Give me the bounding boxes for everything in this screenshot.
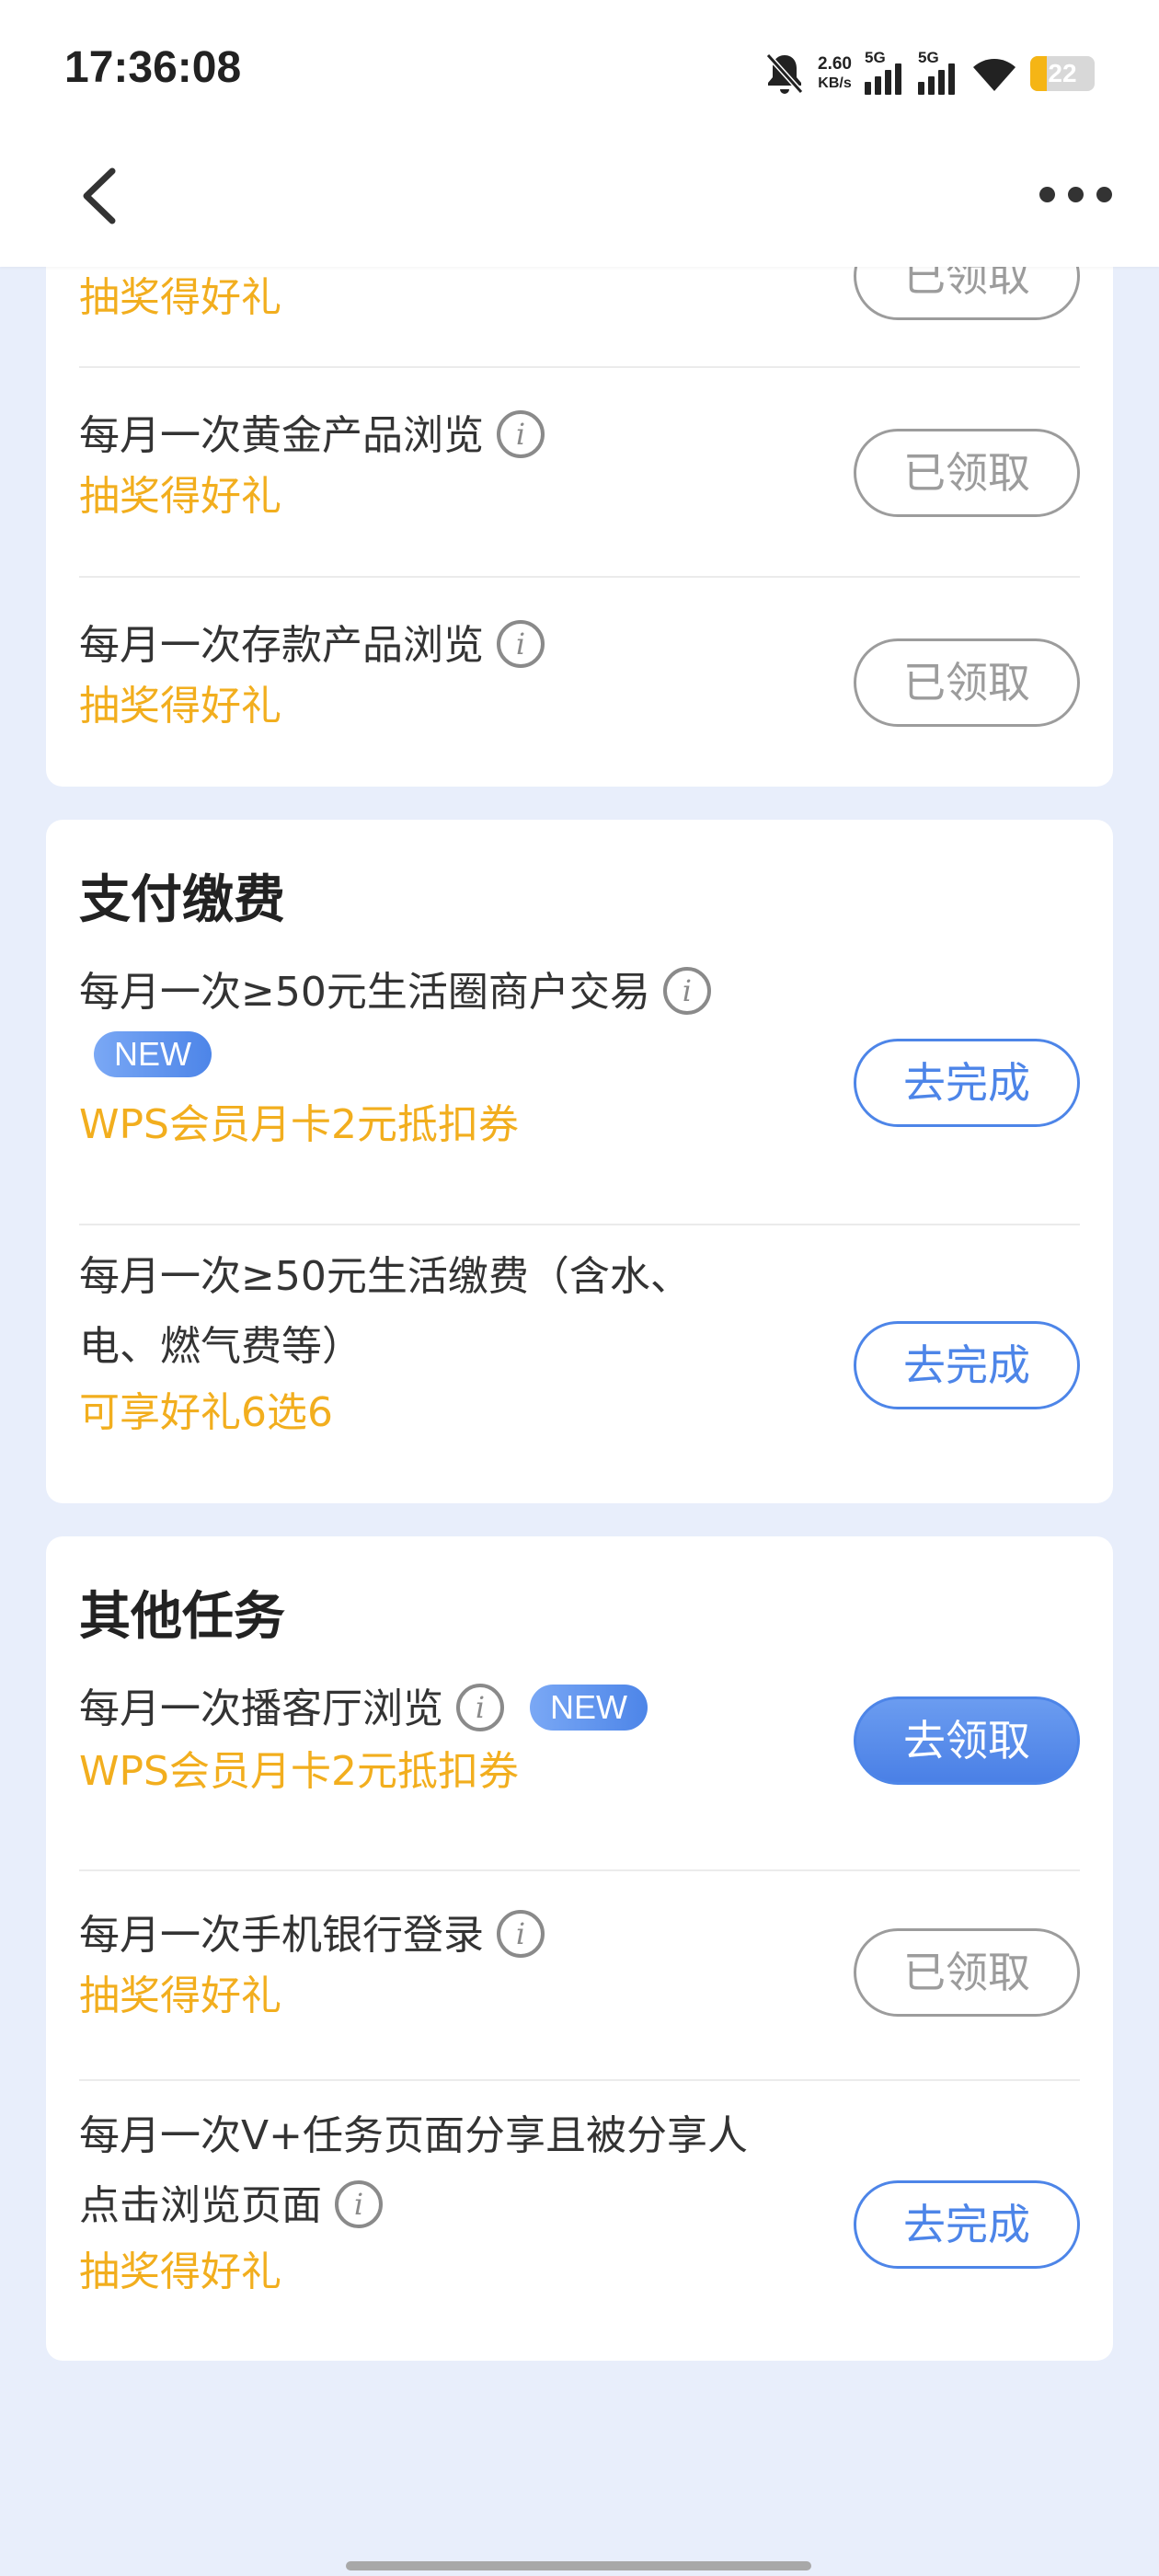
- task-name-line2: 点击浏览页面: [79, 2182, 322, 2229]
- new-badge: NEW: [530, 1685, 648, 1731]
- task-name: 每月一次手机银行登录: [79, 1901, 545, 1971]
- task-name-line1: 每月一次≥50元生活缴费（含水、: [79, 1253, 691, 1300]
- task-name: 每月一次黄金产品浏览: [79, 401, 545, 471]
- task-item: 每月一次V+任务页面分享且被分享人 点击浏览页面 抽奖得好礼 去完成: [79, 2081, 1080, 2357]
- task-reward: 可享好礼6选6: [79, 1389, 333, 1436]
- complete-button[interactable]: 去完成: [854, 1039, 1080, 1127]
- claimed-button[interactable]: 已领取: [854, 429, 1080, 517]
- task-name: 每月一次播客厅浏览 NEW: [79, 1674, 648, 1744]
- task-name: 每月一次≥50元生活缴费（含水、: [79, 1242, 691, 1312]
- task-name-text: 每月一次播客厅浏览: [79, 1685, 443, 1732]
- claimed-button[interactable]: 已领取: [854, 638, 1080, 727]
- task-item: 每月一次黄金产品浏览 抽奖得好礼 已领取: [79, 368, 1080, 578]
- task-name-text: 每月一次黄金产品浏览: [79, 412, 484, 459]
- signal-label: 5G: [918, 49, 939, 66]
- task-item: 每月一次存款产品浏览 抽奖得好礼 已领取: [79, 578, 1080, 786]
- status-bar: 17:36:08 2.60 KB/s 5G 5G 22: [0, 0, 1159, 138]
- task-name-line2: 电、燃气费等）: [79, 1323, 362, 1370]
- info-icon[interactable]: [335, 2180, 383, 2228]
- info-icon[interactable]: [497, 1910, 545, 1958]
- battery-level: 22: [1048, 59, 1077, 87]
- task-item: 每月一次播客厅浏览 NEW WPS会员月卡2元抵扣券 去领取: [79, 1674, 1080, 1840]
- back-button[interactable]: [74, 164, 129, 228]
- task-name: 每月一次存款产品浏览: [79, 611, 545, 681]
- wifi-icon: [973, 59, 1016, 91]
- task-item: 每月一次≥50元生活圈商户交易 NEW WPS会员月卡2元抵扣券 去完成: [79, 958, 1080, 1148]
- info-icon[interactable]: [497, 620, 545, 668]
- info-icon[interactable]: [456, 1684, 504, 1731]
- info-icon[interactable]: [662, 967, 711, 1015]
- task-name-text: 每月一次≥50元生活圈商户交易: [79, 969, 650, 1016]
- task-reward: 抽奖得好礼: [79, 473, 281, 520]
- task-reward: 抽奖得好礼: [79, 683, 281, 730]
- status-icons: 2.60 KB/s 5G 5G 22: [764, 46, 1095, 101]
- signal-icon: 5G: [865, 49, 905, 95]
- complete-button[interactable]: 去完成: [854, 2180, 1080, 2269]
- card-other-tasks: 其他任务 每月一次播客厅浏览 NEW WPS会员月卡2元抵扣券 去领取 每月一次…: [46, 1536, 1113, 2361]
- new-badge-wrap: NEW: [94, 1031, 212, 1081]
- task-item: 每月一次≥50元生活缴费（含水、 电、燃气费等） 可享好礼6选6 去完成: [79, 1225, 1080, 1501]
- complete-button[interactable]: 去完成: [854, 1321, 1080, 1409]
- net-speed: 2.60 KB/s: [818, 54, 852, 93]
- task-name: 点击浏览页面: [79, 2171, 383, 2241]
- task-reward: 抽奖得好礼: [79, 274, 281, 321]
- nav-bar: [0, 138, 1159, 267]
- more-horizontal-icon: [1039, 186, 1055, 202]
- signal-label: 5G: [865, 49, 886, 66]
- battery-icon: 22: [1030, 56, 1095, 91]
- claimed-button[interactable]: 已领取: [854, 1928, 1080, 2017]
- task-name: 电、燃气费等）: [79, 1312, 362, 1382]
- info-icon[interactable]: [497, 410, 545, 458]
- claim-button[interactable]: 去领取: [854, 1696, 1080, 1785]
- task-name-text: 每月一次手机银行登录: [79, 1912, 484, 1959]
- section-title: 其他任务: [79, 1587, 285, 1647]
- task-item: 每月一次手机银行登录 抽奖得好礼 已领取: [79, 1871, 1080, 2081]
- task-reward: 抽奖得好礼: [79, 2248, 281, 2295]
- task-name-line1: 每月一次V+任务页面分享且被分享人: [79, 2112, 748, 2159]
- new-badge: NEW: [94, 1031, 212, 1077]
- task-name-text: 每月一次存款产品浏览: [79, 622, 484, 669]
- status-time: 17:36:08: [64, 43, 242, 92]
- more-button[interactable]: [1039, 180, 1122, 208]
- bell-off-icon: [765, 52, 804, 95]
- card-payment-tasks: 支付缴费 每月一次≥50元生活圈商户交易 NEW WPS会员月卡2元抵扣券 去完…: [46, 820, 1113, 1503]
- signal-icon: 5G: [918, 49, 958, 95]
- chevron-left-icon: [83, 167, 116, 224]
- more-dot: [1096, 186, 1112, 202]
- task-reward: WPS会员月卡2元抵扣券: [79, 1101, 519, 1148]
- task-reward: 抽奖得好礼: [79, 1972, 281, 2019]
- task-name: 每月一次≥50元生活圈商户交易: [79, 958, 711, 1028]
- section-title: 支付缴费: [79, 870, 285, 930]
- more-dot: [1068, 186, 1084, 202]
- task-reward: WPS会员月卡2元抵扣券: [79, 1748, 519, 1795]
- net-speed-value: 2.60: [818, 54, 852, 74]
- home-indicator[interactable]: [346, 2561, 811, 2570]
- task-name: 每月一次V+任务页面分享且被分享人: [79, 2101, 748, 2171]
- net-speed-unit: KB/s: [818, 75, 852, 91]
- card-browse-tasks: 已领取 抽奖得好礼 每月一次黄金产品浏览 抽奖得好礼 已领取 每月一次存款产品浏…: [46, 221, 1113, 787]
